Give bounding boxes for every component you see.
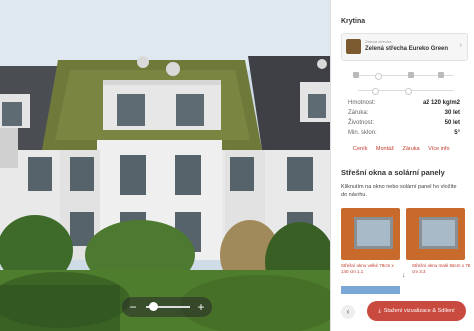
color-option[interactable] <box>438 72 444 78</box>
zoom-out-icon[interactable]: − <box>125 299 141 315</box>
zoom-slider-handle[interactable] <box>148 302 158 311</box>
windows-section-title: Střešní okna a solární panely <box>341 168 445 177</box>
spec-label: Hmotnost: <box>348 100 376 106</box>
zoom-in-icon[interactable]: + <box>193 299 209 315</box>
roof-section-title: Krytina <box>341 18 366 25</box>
window-small-caption: Střešní okno malé 55cm x 78 cm 3.3 <box>412 263 471 274</box>
spec-min-slope: Min. sklon: 5° <box>348 130 460 136</box>
window-small-thumbnail[interactable] <box>406 208 465 260</box>
download-icon: ⤓ <box>378 308 381 314</box>
roof-type-selector[interactable]: Zelená střecha Zelená střecha Eureko Gre… <box>341 33 468 61</box>
arrow-down-icon[interactable]: ↓ <box>402 272 406 279</box>
roof-kicker: Zelená střecha <box>365 39 392 44</box>
spec-label: Životnost: <box>348 120 375 126</box>
spec-value: až 120 kg/m2 <box>422 100 460 106</box>
roof-variant-row <box>350 85 462 95</box>
spec-value: 50 let <box>444 120 460 126</box>
roof-color-row <box>350 70 462 80</box>
variant-option[interactable] <box>372 88 379 95</box>
chevron-right-icon: › <box>459 42 462 49</box>
chevron-left-icon[interactable]: ‹ <box>341 305 355 319</box>
roof-links: Ceník Montáž Záruka Více info <box>353 146 463 152</box>
zoom-control: − + <box>122 297 212 317</box>
link-warranty[interactable]: Záruka <box>402 146 419 152</box>
link-installation[interactable]: Montáž <box>376 146 394 152</box>
window-large-thumbnail[interactable] <box>341 208 400 260</box>
spec-lifetime: Životnost: 50 let <box>348 120 460 126</box>
solar-panel-thumbnail[interactable] <box>341 286 400 294</box>
windows-section-description: Kliknutím na okno nebo solární panel ho … <box>341 184 457 198</box>
variant-option[interactable] <box>405 88 412 95</box>
color-option[interactable] <box>375 73 382 80</box>
spec-value: 5° <box>454 130 460 136</box>
link-more-info[interactable]: Více info <box>428 146 449 152</box>
house-image <box>0 0 330 331</box>
house-visualization: − + <box>0 0 330 331</box>
roof-name: Zelená střecha Eureko Green <box>365 46 449 52</box>
spec-value: 30 let <box>444 110 460 116</box>
link-pricelist[interactable]: Ceník <box>353 146 367 152</box>
download-share-button[interactable]: ⤓ Stažení vizualizace & Sdílení <box>367 301 466 321</box>
roof-thumbnail <box>346 39 361 54</box>
window-large-caption: Střešní okno velké 78cm x 140 cm 1.1 <box>341 263 394 274</box>
spec-weight: Hmotnost: až 120 kg/m2 <box>348 100 460 106</box>
spec-label: Záruka: <box>348 110 369 116</box>
color-option[interactable] <box>408 72 414 78</box>
download-share-label: Stažení vizualizace & Sdílení <box>383 308 455 314</box>
spec-label: Min. sklon: <box>348 130 377 136</box>
color-option[interactable] <box>353 72 359 78</box>
spec-warranty: Záruka: 30 let <box>348 110 460 116</box>
